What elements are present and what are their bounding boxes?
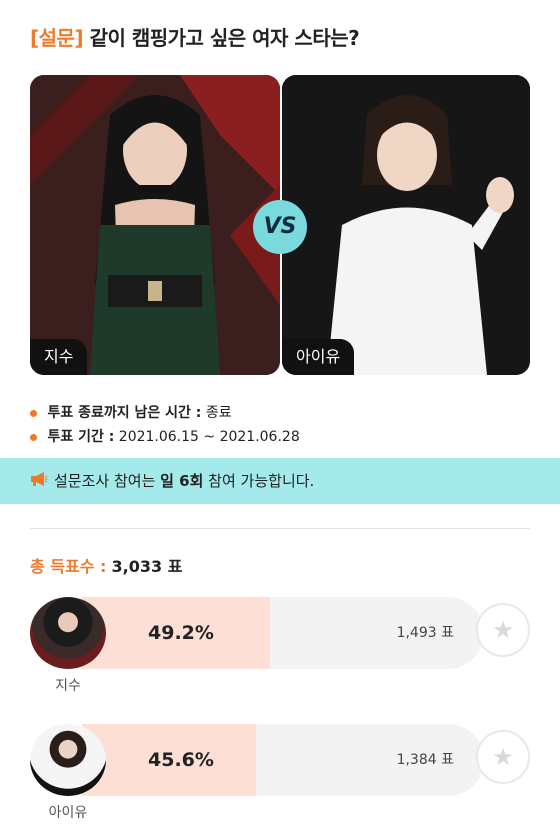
remaining-time-label: 투표 종료까지 남은 시간 : <box>47 405 202 421</box>
vote-period-label: 투표 기간 : <box>47 429 115 445</box>
candidate-photo-1 <box>30 75 280 375</box>
total-votes: 총 득표수 : 3,033 표 <box>30 553 182 577</box>
section-divider <box>30 528 530 529</box>
bullet-dot-icon <box>30 433 37 441</box>
candidate-card-2[interactable]: 아이유 <box>282 75 530 375</box>
vote-button[interactable]: ★ <box>476 730 530 784</box>
survey-title: [설문] 같이 캠핑가고 싶은 여자 스타는? <box>30 22 360 51</box>
notice-highlight: 일 6회 <box>160 472 204 490</box>
avatar <box>30 724 106 796</box>
result-votes: 1,384 표 <box>396 752 454 768</box>
result-bar: 49.2% 1,493 표 <box>82 597 484 669</box>
participation-notice: 설문조사 참여는 일 6회 참여 가능합니다. <box>0 458 560 504</box>
candidate-label-2: 아이유 <box>282 339 355 375</box>
vote-button[interactable]: ★ <box>476 603 530 657</box>
survey-tag: [설문] <box>30 26 84 50</box>
result-name: 아이유 <box>48 805 88 821</box>
vote-period-info: 투표 기간 : 2021.06.15 ~ 2021.06.28 <box>30 426 300 446</box>
total-votes-label: 총 득표수 : <box>30 557 107 576</box>
vote-period-value: 2021.06.15 ~ 2021.06.28 <box>118 429 300 445</box>
notice-prefix: 설문조사 참여는 <box>54 472 161 490</box>
candidate-label-1: 지수 <box>30 339 88 375</box>
result-percent: 49.2% <box>148 622 214 644</box>
result-row: 49.2% 1,493 표 지수 ★ <box>30 595 530 705</box>
total-votes-value: 3,033 표 <box>111 557 183 576</box>
result-row: 45.6% 1,384 표 아이유 ★ <box>30 722 530 825</box>
result-votes: 1,493 표 <box>396 625 454 641</box>
candidate-card-1[interactable]: 지수 <box>30 75 280 375</box>
remaining-time-info: 투표 종료까지 남은 시간 : 종료 <box>30 402 232 422</box>
survey-question: 같이 캠핑가고 싶은 여자 스타는? <box>89 26 360 50</box>
megaphone-icon <box>30 459 48 505</box>
result-name: 지수 <box>55 678 81 694</box>
avatar <box>30 597 106 669</box>
star-icon: ★ <box>492 616 514 644</box>
vs-badge: VS <box>253 200 307 254</box>
remaining-time-value: 종료 <box>205 405 232 421</box>
result-bar: 45.6% 1,384 표 <box>82 724 484 796</box>
notice-suffix: 참여 가능합니다. <box>203 472 315 490</box>
bullet-dot-icon <box>30 409 37 417</box>
candidate-photo-2 <box>282 75 530 375</box>
star-icon: ★ <box>492 743 514 771</box>
result-percent: 45.6% <box>148 749 214 771</box>
